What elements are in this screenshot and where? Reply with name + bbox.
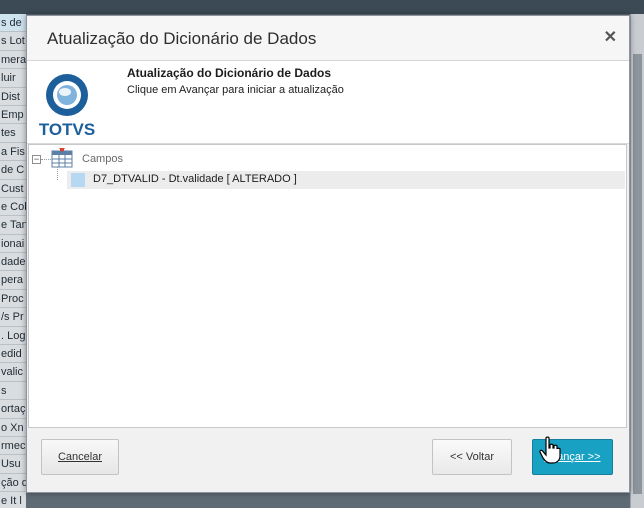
background-menu-item[interactable]: dade: [0, 253, 26, 272]
background-menu-item[interactable]: a Fis: [0, 143, 26, 162]
background-menu-item[interactable]: valic: [0, 363, 26, 382]
close-icon[interactable]: ✕: [604, 27, 617, 47]
background-menu-item[interactable]: e It l: [0, 492, 26, 508]
background-menu-item[interactable]: pera: [0, 271, 26, 290]
background-menu-item[interactable]: . Log: [0, 327, 26, 346]
background-menu-item[interactable]: ção d: [0, 474, 26, 493]
background-menu-item[interactable]: s: [0, 382, 26, 401]
totvs-logo: TOTVS: [39, 74, 95, 139]
cancel-button-label: Cancelar: [57, 451, 103, 463]
tree-connector: [41, 159, 51, 160]
hand-cursor-icon: [539, 436, 561, 464]
fields-tree: − Campos D7_DTVALID - Dt.validade [ ALTE…: [28, 144, 627, 428]
background-menu-item[interactable]: Proc: [0, 290, 26, 309]
table-icon: [51, 148, 73, 168]
background-menu-item[interactable]: tes: [0, 124, 26, 143]
tree-node-field[interactable]: D7_DTVALID - Dt.validade [ ALTERADO ]: [67, 171, 625, 189]
background-menu-item[interactable]: edid: [0, 345, 26, 364]
background-scrollbar[interactable]: [630, 14, 644, 508]
dialog-title: Atualização do Dicionário de Dados: [47, 29, 317, 48]
background-menu-item[interactable]: Cust: [0, 180, 26, 198]
app-top-bar: [0, 0, 644, 14]
background-menu-item[interactable]: e Tan: [0, 216, 26, 235]
background-menu-item[interactable]: Dist: [0, 88, 26, 106]
tree-connector: [57, 167, 58, 180]
update-dialog: Atualização do Dicionário de Dados ✕ TOT…: [26, 15, 630, 493]
back-button-label: << Voltar: [449, 451, 495, 463]
logo-text: TOTVS: [39, 120, 95, 139]
background-menu-item[interactable]: ionai: [0, 235, 26, 254]
background-menu-item[interactable]: o Xn: [0, 419, 26, 437]
background-menu-item[interactable]: s Lot: [0, 32, 26, 51]
tree-node-campos[interactable]: Campos: [82, 153, 123, 165]
background-menu-item[interactable]: ortaç: [0, 400, 26, 419]
background-menu-item[interactable]: de C: [0, 161, 26, 180]
background-menu-item[interactable]: mera: [0, 51, 26, 70]
field-icon: [71, 173, 85, 187]
background-menu-item[interactable]: e Cob: [0, 198, 26, 217]
cancel-button[interactable]: Cancelar: [41, 439, 119, 475]
wizard-banner: TOTVS Atualização do Dicionário de Dados…: [27, 61, 629, 144]
scrollbar-thumb[interactable]: [633, 54, 642, 494]
background-menu-item[interactable]: luir: [0, 69, 26, 88]
tree-node-field-label: D7_DTVALID - Dt.validade [ ALTERADO ]: [93, 173, 297, 185]
back-button[interactable]: << Voltar: [432, 439, 512, 475]
collapse-toggle-icon[interactable]: −: [32, 155, 41, 164]
banner-title: Atualização do Dicionário de Dados: [127, 66, 332, 80]
background-menu-item[interactable]: Emp: [0, 106, 26, 125]
background-menu-item[interactable]: /s Pr: [0, 308, 26, 327]
background-menu-item[interactable]: rmec: [0, 437, 26, 456]
background-menu-list: s de s Lot mera luir Dist Emp tes a Fis de C Cust…: [0, 14, 26, 508]
banner-subtitle: Clique em Avançar para iniciar a atualiz…: [127, 84, 344, 96]
background-menu-item[interactable]: s de: [0, 14, 26, 33]
dialog-header: Atualização do Dicionário de Dados ✕: [27, 16, 629, 61]
background-menu-item[interactable]: Usu: [0, 455, 26, 474]
